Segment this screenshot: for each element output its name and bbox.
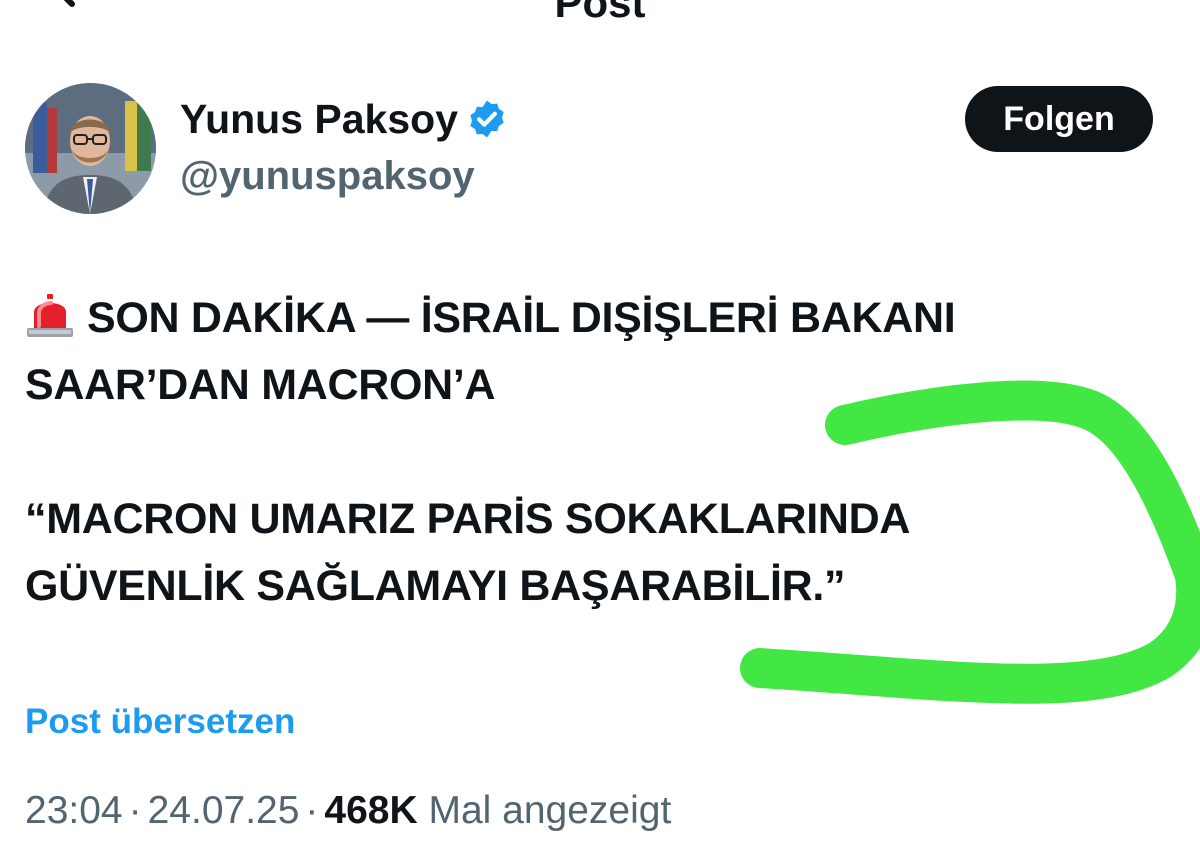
meta-separator: · <box>305 789 319 832</box>
post-line-1: SON DAKİKA — İSRAİL DIŞİŞLERİ BAKANI <box>25 285 1155 352</box>
views-count: 468K <box>324 789 418 832</box>
post-line-4: GÜVENLİK SAĞLAMAYI BAŞARABİLİR.” <box>25 562 846 610</box>
page-title: Post <box>554 0 646 26</box>
post-line-1-text: SON DAKİKA — İSRAİL DIŞİŞLERİ BAKANI <box>87 294 956 342</box>
meta-separator: · <box>128 789 142 832</box>
translate-post-link[interactable]: Post übersetzen <box>25 697 295 747</box>
views-label: Mal angezeigt <box>428 789 672 832</box>
verified-badge-icon <box>470 100 504 138</box>
post-detail-screen: Post Yunus Paksoy @yunuspaksoy Folgen SO… <box>0 0 1200 866</box>
post-time[interactable]: 23:04 <box>25 789 123 832</box>
follow-button[interactable]: Folgen <box>965 86 1153 152</box>
avatar[interactable] <box>25 83 156 214</box>
author-display-name: Yunus Paksoy <box>180 96 459 142</box>
post-date[interactable]: 24.07.25 <box>148 789 300 832</box>
post-line-3: “MACRON UMARIZ PARİS SOKAKLARINDA <box>25 495 911 543</box>
author-handle[interactable]: @yunuspaksoy <box>180 151 475 201</box>
police-light-emoji-icon <box>27 294 73 337</box>
post-meta: 23:04 · 24.07.25 · 468K Mal angezeigt <box>25 783 671 839</box>
post-text: SON DAKİKA — İSRAİL DIŞİŞLERİ BAKANI SAA… <box>25 285 1155 620</box>
author-name-row[interactable]: Yunus Paksoy <box>180 94 508 144</box>
post-line-2: SAAR’DAN MACRON’A <box>25 361 496 409</box>
more-options-icon[interactable] <box>1060 0 1140 6</box>
